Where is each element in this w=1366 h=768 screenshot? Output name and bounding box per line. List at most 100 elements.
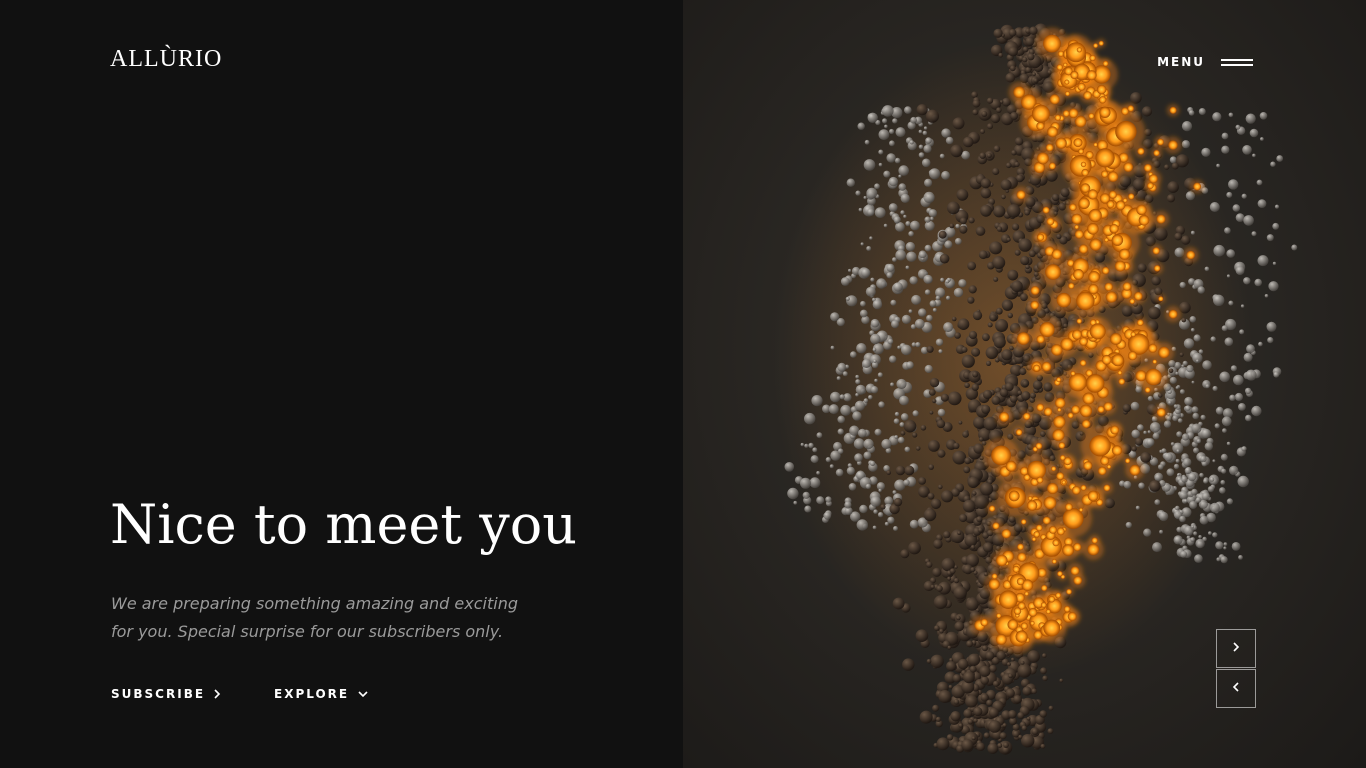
particle	[896, 378, 907, 390]
hero-visual-panel: MENU	[683, 0, 1366, 768]
particle	[1256, 179, 1263, 186]
particle	[863, 159, 876, 171]
particle	[888, 203, 898, 212]
particle	[1175, 458, 1180, 463]
particle	[1243, 277, 1251, 285]
particle	[1012, 223, 1020, 231]
explore-link[interactable]: EXPLORE	[274, 684, 369, 704]
particle	[996, 226, 1003, 232]
particle	[1186, 250, 1195, 260]
particle	[1037, 233, 1045, 241]
particle	[934, 625, 940, 631]
hero-subtitle: We are preparing something amazing and e…	[111, 594, 518, 641]
particle	[1228, 300, 1234, 306]
particle	[959, 513, 968, 523]
particle	[971, 383, 979, 391]
particle	[880, 504, 886, 510]
hamburger-icon	[1221, 57, 1253, 67]
particle	[928, 440, 940, 452]
particle	[972, 310, 983, 321]
particle	[1009, 345, 1014, 351]
particle	[1238, 555, 1243, 560]
particle	[1175, 505, 1180, 511]
particle	[1151, 276, 1161, 286]
previous-slide-button[interactable]	[1216, 669, 1256, 708]
particle	[918, 250, 927, 259]
particle	[1196, 439, 1201, 444]
particle	[1168, 309, 1178, 319]
particle	[935, 295, 941, 301]
particle	[861, 268, 871, 278]
particle	[1156, 214, 1166, 224]
particle	[1191, 380, 1195, 384]
particle	[1241, 446, 1247, 452]
particle	[1159, 529, 1164, 534]
particle	[925, 137, 932, 144]
particle	[1154, 227, 1168, 241]
particle	[923, 144, 932, 153]
particle	[901, 314, 911, 324]
particle	[1204, 442, 1213, 451]
particle	[863, 451, 872, 460]
particle	[1021, 725, 1027, 731]
particle	[949, 223, 955, 229]
particle	[940, 393, 949, 402]
particle	[962, 499, 976, 513]
particle	[932, 567, 942, 577]
particle	[983, 732, 990, 739]
particle	[850, 351, 857, 358]
particle	[1235, 124, 1241, 130]
particle	[1189, 501, 1198, 509]
particle	[1089, 54, 1096, 62]
particle	[993, 205, 1006, 218]
particle	[1073, 138, 1083, 148]
particle	[1076, 47, 1082, 53]
particle	[924, 216, 931, 223]
particle	[1291, 244, 1298, 251]
particle	[1056, 527, 1065, 536]
particle	[950, 144, 963, 158]
particle	[936, 585, 943, 592]
particle	[1072, 329, 1082, 340]
particle	[1209, 477, 1215, 482]
particle	[1012, 565, 1020, 573]
particle	[985, 651, 995, 660]
particle	[1147, 430, 1151, 434]
particle	[1014, 161, 1020, 168]
particle	[961, 739, 974, 752]
particle	[837, 362, 847, 372]
particle	[1043, 407, 1053, 416]
particle	[1035, 442, 1043, 450]
brand-logo[interactable]: ALLÙRIO	[110, 44, 222, 74]
particle	[1183, 338, 1195, 349]
particle	[1091, 537, 1098, 544]
particle	[968, 330, 978, 340]
particle	[1051, 193, 1060, 202]
particle	[1028, 496, 1033, 501]
subscribe-link[interactable]: SUBSCRIBE	[111, 684, 221, 704]
particle	[883, 223, 888, 228]
particle	[856, 519, 868, 531]
particle	[1068, 282, 1075, 289]
particle	[993, 28, 1003, 38]
menu-button[interactable]: MENU	[1157, 52, 1253, 72]
particle	[1020, 622, 1028, 630]
particle	[1145, 368, 1162, 386]
particle	[1037, 152, 1049, 165]
particle	[952, 674, 962, 683]
particle	[1056, 64, 1063, 71]
next-slide-button[interactable]	[1216, 629, 1256, 668]
particle	[878, 488, 882, 493]
particle	[1035, 524, 1043, 532]
particle	[909, 519, 919, 529]
particle	[1107, 171, 1119, 182]
particle	[884, 521, 889, 526]
particle	[1052, 539, 1060, 547]
particle	[910, 116, 917, 124]
particle	[899, 395, 909, 406]
particle	[1221, 132, 1229, 140]
particle	[914, 318, 925, 329]
particle	[967, 476, 979, 488]
particle	[1122, 403, 1131, 413]
particle	[955, 223, 960, 229]
